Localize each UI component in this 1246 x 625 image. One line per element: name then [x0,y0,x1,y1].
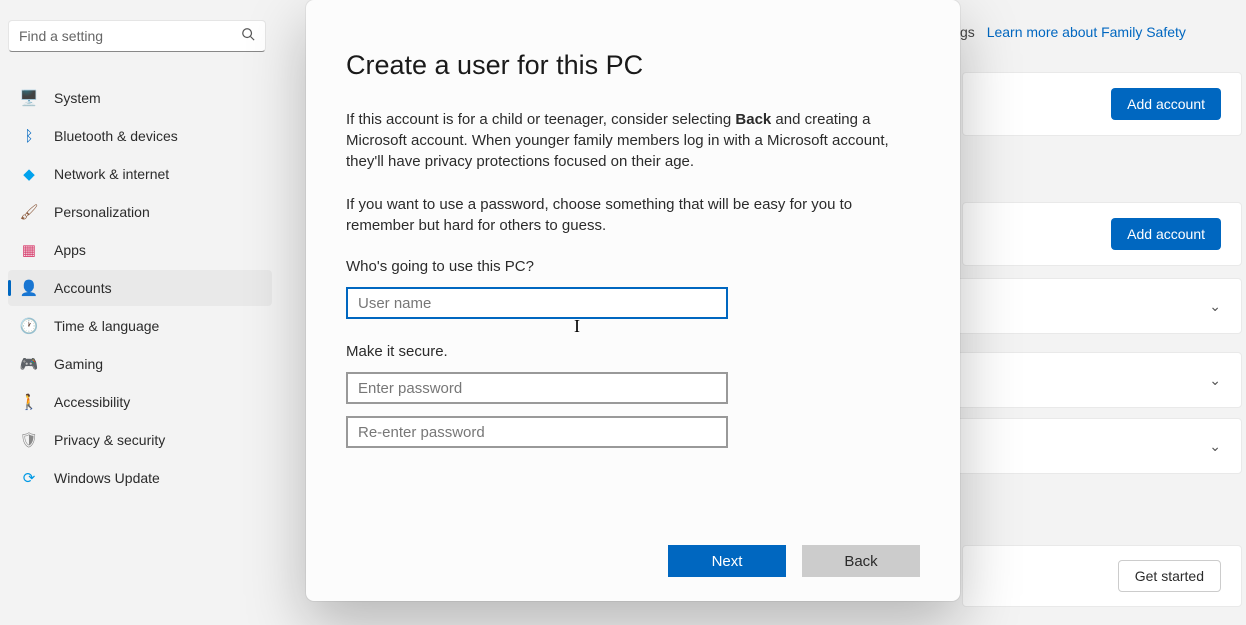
sidebar-item-label: Apps [54,242,86,258]
sidebar-item-accessibility[interactable]: 🚶 Accessibility [8,384,272,420]
bluetooth-devices-icon: ᛒ [20,127,38,145]
accounts-icon: 👤 [20,279,38,297]
sidebar-item-accounts[interactable]: 👤 Accounts [8,270,272,306]
dialog-paragraph-2: If you want to use a password, choose so… [346,194,920,236]
back-button[interactable]: Back [802,545,920,577]
add-account-button-2[interactable]: Add account [1111,218,1221,250]
add-account-button-1[interactable]: Add account [1111,88,1221,120]
sidebar-item-label: System [54,90,101,106]
sidebar-item-label: Accessibility [54,394,130,410]
gaming-icon: 🎮 [20,355,38,373]
chevron-down-icon: ⌄ [1209,372,1221,389]
system-icon: 🖥️ [20,89,38,107]
search-icon [241,27,255,46]
time-language-icon: 🕐 [20,317,38,335]
username-input[interactable] [346,287,728,319]
sidebar-item-apps[interactable]: ▦ Apps [8,232,272,268]
sidebar-item-windows-update[interactable]: ⟳ Windows Update [8,460,272,496]
sidebar-item-network-internet[interactable]: ◆ Network & internet [8,156,272,192]
apps-icon: ▦ [20,241,38,259]
sidebar-item-label: Personalization [54,204,150,220]
create-user-dialog: Create a user for this PC If this accoun… [306,0,960,601]
get-started-card: Get started [962,545,1242,607]
sidebar-item-system[interactable]: 🖥️ System [8,80,272,116]
dialog-title: Create a user for this PC [346,50,920,81]
dialog-paragraph-1: If this account is for a child or teenag… [346,109,920,172]
sidebar-item-personalization[interactable]: 🖌 Personalization [8,194,272,230]
sidebar-item-bluetooth-devices[interactable]: ᛒ Bluetooth & devices [8,118,272,154]
password-input[interactable] [346,372,728,404]
sidebar-item-label: Time & language [54,318,159,334]
sidebar-item-label: Network & internet [54,166,169,182]
dialog-footer: Next Back [346,525,920,577]
account-card-1: Add account [962,72,1242,136]
chevron-down-icon: ⌄ [1209,298,1221,315]
network-internet-icon: ◆ [20,165,38,183]
windows-update-icon: ⟳ [20,469,38,487]
settings-sidebar: 🖥️ System ᛒ Bluetooth & devices ◆ Network & i… [0,0,280,625]
next-button[interactable]: Next [668,545,786,577]
get-started-button[interactable]: Get started [1118,560,1221,592]
family-safety-link[interactable]: Learn more about Family Safety [987,24,1186,40]
search-input[interactable] [19,28,241,44]
expand-row-1[interactable]: ⌄ [952,278,1242,334]
search-box[interactable] [8,20,266,52]
nav-list: 🖥️ System ᛒ Bluetooth & devices ◆ Network & i… [8,80,272,496]
sidebar-item-label: Windows Update [54,470,160,486]
sidebar-item-gaming[interactable]: 🎮 Gaming [8,346,272,382]
personalization-icon: 🖌 [20,203,38,221]
expand-row-3[interactable]: ⌄ [952,418,1242,474]
sidebar-item-label: Accounts [54,280,112,296]
accessibility-icon: 🚶 [20,393,38,411]
banner-prefix: gs [960,24,975,40]
chevron-down-icon: ⌄ [1209,438,1221,455]
username-label: Who's going to use this PC? [346,258,920,275]
confirm-password-input[interactable] [346,416,728,448]
expand-row-2[interactable]: ⌄ [952,352,1242,408]
sidebar-item-time-language[interactable]: 🕐 Time & language [8,308,272,344]
sidebar-item-label: Bluetooth & devices [54,128,178,144]
account-card-2: Add account [962,202,1242,266]
sidebar-item-label: Gaming [54,356,103,372]
family-safety-banner: gs Learn more about Family Safety [960,24,1186,40]
sidebar-item-privacy-security[interactable]: 🛡 Privacy & security [8,422,272,458]
privacy-security-icon: 🛡 [20,431,38,449]
password-section-label: Make it secure. [346,343,920,360]
sidebar-item-label: Privacy & security [54,432,165,448]
